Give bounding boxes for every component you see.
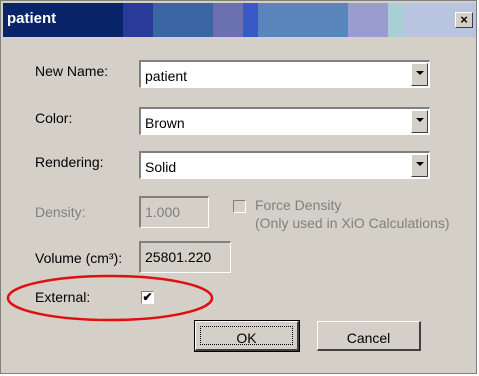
highlight-ellipse xyxy=(6,274,214,322)
annotation-ellipse xyxy=(6,274,214,322)
